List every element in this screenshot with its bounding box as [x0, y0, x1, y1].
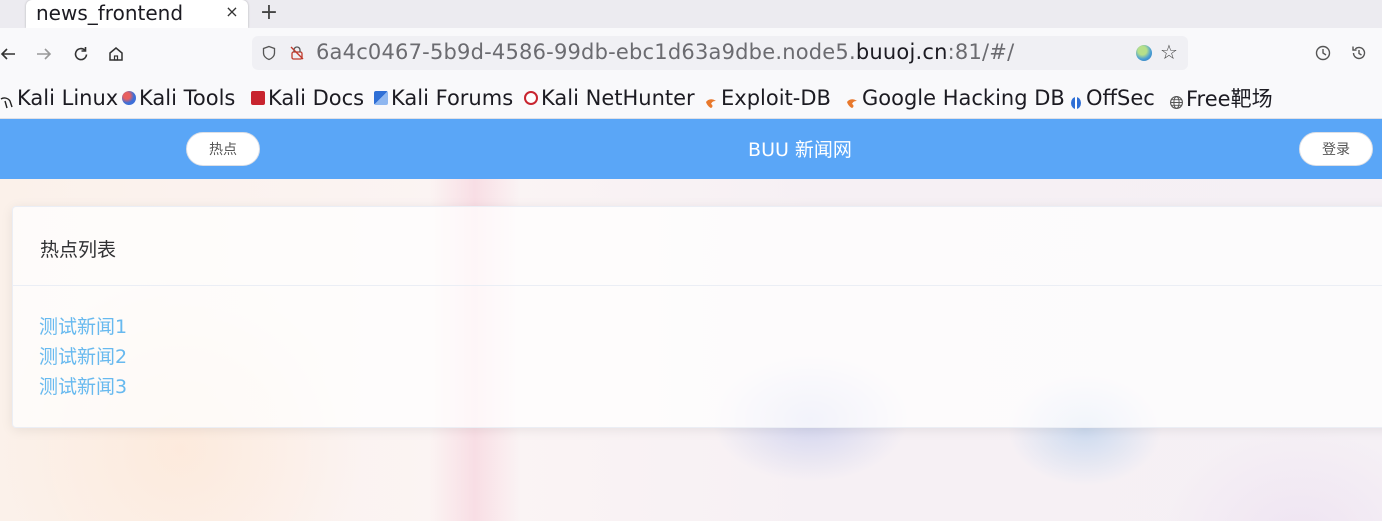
bookmark-free-range[interactable]: Free靶场: [1169, 84, 1273, 112]
reload-icon[interactable]: [69, 42, 93, 66]
kali-docs-icon: [251, 91, 265, 105]
kali-forums-icon: [374, 91, 388, 105]
hot-list-card: 热点列表: [12, 206, 1382, 428]
bookmark-label: Kali Forums: [391, 86, 514, 110]
offsec-icon: [1069, 91, 1083, 109]
tracking-shield-icon[interactable]: [260, 44, 278, 62]
bookmark-kali-tools[interactable]: Kali Tools: [122, 84, 235, 112]
insecure-lock-icon[interactable]: [288, 44, 306, 62]
bookmark-exploit-db[interactable]: Exploit-DB: [704, 84, 831, 112]
site-title: BUU 新闻网: [748, 139, 852, 161]
browser-navigation-bar: 6a4c0467-5b9d-4586-99db-ebc1d63a9dbe.nod…: [0, 28, 1382, 80]
bookmark-kali-forums[interactable]: Kali Forums: [374, 84, 513, 112]
nethunter-icon: [524, 91, 538, 105]
back-icon[interactable]: [0, 42, 20, 66]
forward-icon[interactable]: [32, 42, 56, 66]
site-header: 热点 BUU 新闻网 登录: [0, 119, 1382, 179]
browser-tab-bar: news_frontend × +: [0, 0, 1382, 28]
bookmark-offsec[interactable]: OffSec: [1069, 84, 1155, 112]
history-clock-icon[interactable]: [1312, 42, 1334, 64]
news-link-1[interactable]: 测试新闻1: [39, 312, 127, 342]
bookmark-label: Kali Linux: [17, 86, 119, 110]
bookmark-label: Kali NetHunter: [541, 86, 695, 110]
tab-title: news_frontend: [36, 1, 184, 25]
home-icon[interactable]: [104, 42, 128, 66]
card-header: 热点列表: [13, 207, 1382, 286]
bookmark-kali-nethunter[interactable]: Kali NetHunter: [524, 84, 695, 112]
url-text[interactable]: 6a4c0467-5b9d-4586-99db-ebc1d63a9dbe.nod…: [316, 40, 1014, 64]
news-list: 测试新闻1 测试新闻2 测试新闻3: [39, 312, 127, 402]
page-viewport: 热点 BUU 新闻网 登录 热点列表 测试新闻1 测试新闻2 测试新闻3: [0, 119, 1382, 521]
browser-tab[interactable]: news_frontend ×: [26, 0, 248, 28]
bookmark-kali-docs[interactable]: Kali Docs: [251, 84, 364, 112]
login-button[interactable]: 登录: [1299, 132, 1373, 166]
news-link-3[interactable]: 测试新闻3: [39, 372, 127, 402]
recent-history-icon[interactable]: [1348, 42, 1370, 64]
url-bar[interactable]: 6a4c0467-5b9d-4586-99db-ebc1d63a9dbe.nod…: [252, 36, 1188, 70]
tab-close-icon[interactable]: ×: [224, 3, 240, 21]
bookmark-label: Exploit-DB: [721, 86, 831, 110]
ghdb-icon: [845, 91, 859, 108]
extension-globe-icon[interactable]: [1136, 45, 1152, 61]
bookmark-google-hacking-db[interactable]: Google Hacking DB: [845, 84, 1065, 112]
bookmark-star-icon[interactable]: ☆: [1160, 40, 1178, 64]
globe-icon: [1169, 91, 1183, 109]
card-title: 热点列表: [40, 239, 117, 261]
bookmark-label: Free靶场: [1186, 87, 1273, 111]
kali-tools-icon: [122, 91, 136, 105]
url-prefix: 6a4c0467-5b9d-4586-99db-ebc1d63a9dbe.nod…: [316, 40, 856, 64]
kali-dragon-icon: [0, 91, 14, 109]
hot-button[interactable]: 热点: [186, 132, 260, 166]
news-link-2[interactable]: 测试新闻2: [39, 342, 127, 372]
bookmarks-toolbar: Kali Linux Kali Tools Kali Docs Kali For…: [0, 80, 1382, 119]
bookmark-label: Kali Docs: [268, 86, 365, 110]
url-suffix: :81/#/: [947, 40, 1015, 64]
site-title-container: BUU 新闻网: [600, 119, 1000, 179]
bookmark-label: OffSec: [1086, 86, 1155, 110]
bookmark-label: Kali Tools: [139, 86, 236, 110]
bookmark-kali-linux[interactable]: Kali Linux: [0, 84, 118, 112]
bookmark-label: Google Hacking DB: [862, 86, 1065, 110]
new-tab-icon[interactable]: +: [258, 0, 280, 26]
url-domain: buuoj.cn: [855, 40, 948, 64]
exploit-db-icon: [704, 91, 718, 108]
